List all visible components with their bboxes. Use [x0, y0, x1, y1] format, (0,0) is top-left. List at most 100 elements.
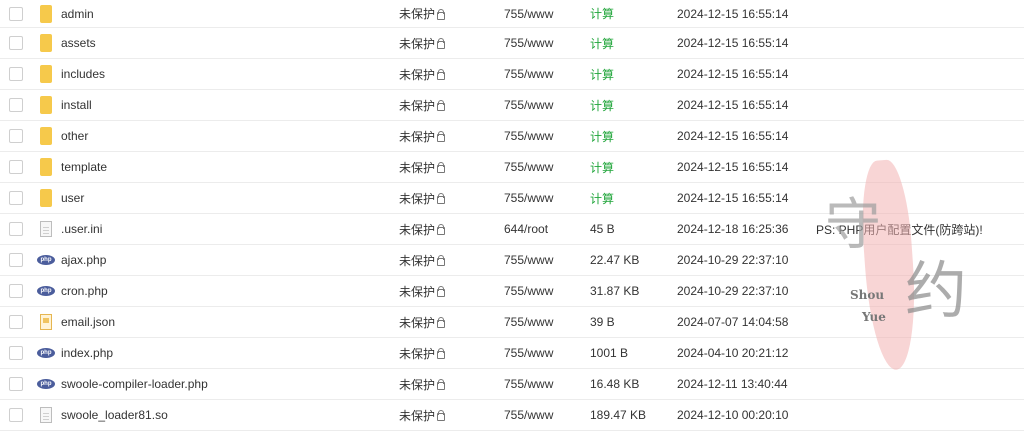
file-name[interactable]: .user.ini	[61, 222, 102, 236]
permission[interactable]: 644/root	[504, 214, 548, 244]
protect-status[interactable]: 未保护	[399, 221, 435, 238]
file-name[interactable]: admin	[61, 7, 94, 21]
protect-status-cell[interactable]: 未保护	[399, 121, 446, 151]
permission[interactable]: 755/www	[504, 338, 553, 368]
file-name-cell[interactable]: .user.ini	[37, 214, 102, 244]
file-row[interactable]: email.json 未保护 755/www 39 B 2024-07-07 14:04…	[0, 307, 1024, 338]
permission[interactable]: 755/www	[504, 307, 553, 337]
file-row[interactable]: swoole_loader81.so 未保护 755/www 189.47 KB 202…	[0, 400, 1024, 431]
lock-icon[interactable]	[437, 162, 446, 173]
lock-icon[interactable]	[437, 379, 446, 390]
file-name-cell[interactable]: php swoole-compiler-loader.php	[37, 369, 208, 399]
protect-status-cell[interactable]: 未保护	[399, 183, 446, 213]
calculate-size-link[interactable]: 计算	[590, 121, 614, 151]
file-name[interactable]: template	[61, 160, 107, 174]
row-checkbox[interactable]	[9, 98, 23, 112]
protect-status[interactable]: 未保护	[399, 283, 435, 300]
protect-status-cell[interactable]: 未保护	[399, 369, 446, 399]
file-name-cell[interactable]: template	[37, 152, 107, 182]
row-checkbox[interactable]	[9, 160, 23, 174]
lock-icon[interactable]	[437, 255, 446, 266]
lock-icon[interactable]	[437, 224, 446, 235]
file-name[interactable]: ajax.php	[61, 253, 106, 267]
file-row[interactable]: php swoole-compiler-loader.php 未保护 755/www 1…	[0, 369, 1024, 400]
file-row[interactable]: template 未保护 755/www 计算 2024-12-15 16:55:14	[0, 152, 1024, 183]
protect-status-cell[interactable]: 未保护	[399, 338, 446, 368]
file-name[interactable]: includes	[61, 67, 105, 81]
file-name-cell[interactable]: user	[37, 183, 84, 213]
file-name[interactable]: user	[61, 191, 84, 205]
row-checkbox[interactable]	[9, 315, 23, 329]
file-name-cell[interactable]: install	[37, 90, 92, 120]
lock-icon[interactable]	[437, 193, 446, 204]
permission[interactable]: 755/www	[504, 28, 553, 58]
lock-icon[interactable]	[437, 69, 446, 80]
permission[interactable]: 755/www	[504, 0, 553, 27]
protect-status[interactable]: 未保护	[399, 97, 435, 114]
row-checkbox[interactable]	[9, 377, 23, 391]
row-checkbox[interactable]	[9, 6, 23, 21]
file-row[interactable]: install 未保护 755/www 计算 2024-12-15 16:55:14	[0, 90, 1024, 121]
row-checkbox[interactable]	[9, 222, 23, 236]
protect-status[interactable]: 未保护	[399, 252, 435, 269]
file-name-cell[interactable]: admin	[37, 0, 94, 27]
permission[interactable]: 755/www	[504, 183, 553, 213]
row-checkbox[interactable]	[9, 191, 23, 205]
file-name[interactable]: install	[61, 98, 92, 112]
file-name-cell[interactable]: php ajax.php	[37, 245, 106, 275]
calculate-size-link[interactable]: 计算	[590, 90, 614, 120]
lock-icon[interactable]	[437, 100, 446, 111]
file-row[interactable]: admin 未保护 755/www 计算 2024-12-15 16:55:14	[0, 0, 1024, 28]
row-checkbox[interactable]	[9, 36, 23, 50]
file-name[interactable]: assets	[61, 36, 96, 50]
row-checkbox[interactable]	[9, 67, 23, 81]
lock-icon[interactable]	[437, 8, 446, 20]
lock-icon[interactable]	[437, 38, 446, 49]
file-name[interactable]: swoole-compiler-loader.php	[61, 377, 208, 391]
row-checkbox[interactable]	[9, 284, 23, 298]
file-name-cell[interactable]: includes	[37, 59, 105, 89]
file-row[interactable]: assets 未保护 755/www 计算 2024-12-15 16:55:14	[0, 28, 1024, 59]
file-name[interactable]: swoole_loader81.so	[61, 408, 168, 422]
protect-status[interactable]: 未保护	[399, 376, 435, 393]
protect-status[interactable]: 未保护	[399, 190, 435, 207]
calculate-size-link[interactable]: 计算	[590, 28, 614, 58]
protect-status-cell[interactable]: 未保护	[399, 152, 446, 182]
file-name-cell[interactable]: swoole_loader81.so	[37, 400, 168, 430]
file-row[interactable]: .user.ini 未保护 644/root 45 B 2024-12-18 16:25…	[0, 214, 1024, 245]
protect-status[interactable]: 未保护	[399, 159, 435, 176]
lock-icon[interactable]	[437, 131, 446, 142]
permission[interactable]: 755/www	[504, 400, 553, 430]
file-name-cell[interactable]: php index.php	[37, 338, 113, 368]
file-name[interactable]: cron.php	[61, 284, 108, 298]
protect-status[interactable]: 未保护	[399, 66, 435, 83]
protect-status[interactable]: 未保护	[399, 314, 435, 331]
protect-status[interactable]: 未保护	[399, 407, 435, 424]
protect-status[interactable]: 未保护	[399, 35, 435, 52]
file-row[interactable]: php ajax.php 未保护 755/www 22.47 KB 2024-10-29 …	[0, 245, 1024, 276]
protect-status-cell[interactable]: 未保护	[399, 59, 446, 89]
lock-icon[interactable]	[437, 317, 446, 328]
calculate-size-link[interactable]: 计算	[590, 152, 614, 182]
row-checkbox[interactable]	[9, 129, 23, 143]
calculate-size-link[interactable]: 计算	[590, 0, 614, 27]
protect-status-cell[interactable]: 未保护	[399, 400, 446, 430]
protect-status[interactable]: 未保护	[399, 5, 435, 22]
protect-status-cell[interactable]: 未保护	[399, 28, 446, 58]
file-name-cell[interactable]: php cron.php	[37, 276, 108, 306]
permission[interactable]: 755/www	[504, 369, 553, 399]
permission[interactable]: 755/www	[504, 245, 553, 275]
permission[interactable]: 755/www	[504, 90, 553, 120]
file-row[interactable]: php index.php 未保护 755/www 1001 B 2024-04-10 2…	[0, 338, 1024, 369]
row-checkbox[interactable]	[9, 408, 23, 422]
protect-status-cell[interactable]: 未保护	[399, 245, 446, 275]
file-row[interactable]: includes 未保护 755/www 计算 2024-12-15 16:55:14	[0, 59, 1024, 90]
protect-status-cell[interactable]: 未保护	[399, 90, 446, 120]
protect-status[interactable]: 未保护	[399, 128, 435, 145]
lock-icon[interactable]	[437, 348, 446, 359]
file-name-cell[interactable]: assets	[37, 28, 96, 58]
permission[interactable]: 755/www	[504, 121, 553, 151]
file-row[interactable]: other 未保护 755/www 计算 2024-12-15 16:55:14	[0, 121, 1024, 152]
protect-status-cell[interactable]: 未保护	[399, 307, 446, 337]
calculate-size-link[interactable]: 计算	[590, 183, 614, 213]
